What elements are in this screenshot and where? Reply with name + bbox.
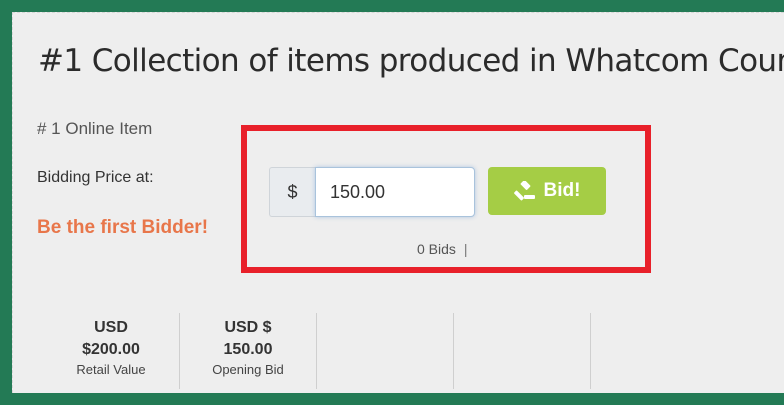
item-number-label: # 1 Online Item (37, 119, 153, 138)
opening-bid-amount: 150.00 (223, 341, 273, 358)
bidding-price-label: Bidding Price at: (37, 169, 154, 186)
retail-value-cell: USD $200.00 Retail Value (43, 313, 180, 389)
bid-button-label: Bid! (543, 180, 581, 201)
bid-amount-input[interactable] (315, 167, 475, 217)
auction-item-panel: #1 Collection of items produced in Whatc… (12, 12, 784, 393)
opening-bid-cell: USD $ 150.00 Opening Bid (180, 313, 317, 389)
summary-cell-3 (317, 313, 454, 389)
first-bidder-message: Be the first Bidder! (37, 217, 209, 238)
bid-amount-group: $ (269, 167, 475, 217)
retail-value-label: Retail Value (76, 362, 146, 377)
summary-cell-4 (454, 313, 591, 389)
item-title: #1 Collection of items produced in Whatc… (38, 43, 784, 79)
opening-bid-currency: USD $ (224, 319, 272, 336)
retail-value-amount: $200.00 (82, 341, 140, 358)
retail-value-currency: USD (94, 319, 128, 336)
bid-button[interactable]: Bid! (488, 167, 606, 215)
bid-count-text[interactable]: 0 Bids (417, 241, 456, 257)
bid-count-separator: | (463, 241, 468, 257)
gavel-icon (513, 181, 536, 201)
item-summary-row: USD $200.00 Retail Value USD $ 150.00 Op… (43, 313, 591, 389)
opening-bid-label: Opening Bid (212, 362, 284, 377)
currency-addon: $ (269, 167, 315, 217)
bid-count: 0 Bids | (417, 241, 467, 257)
